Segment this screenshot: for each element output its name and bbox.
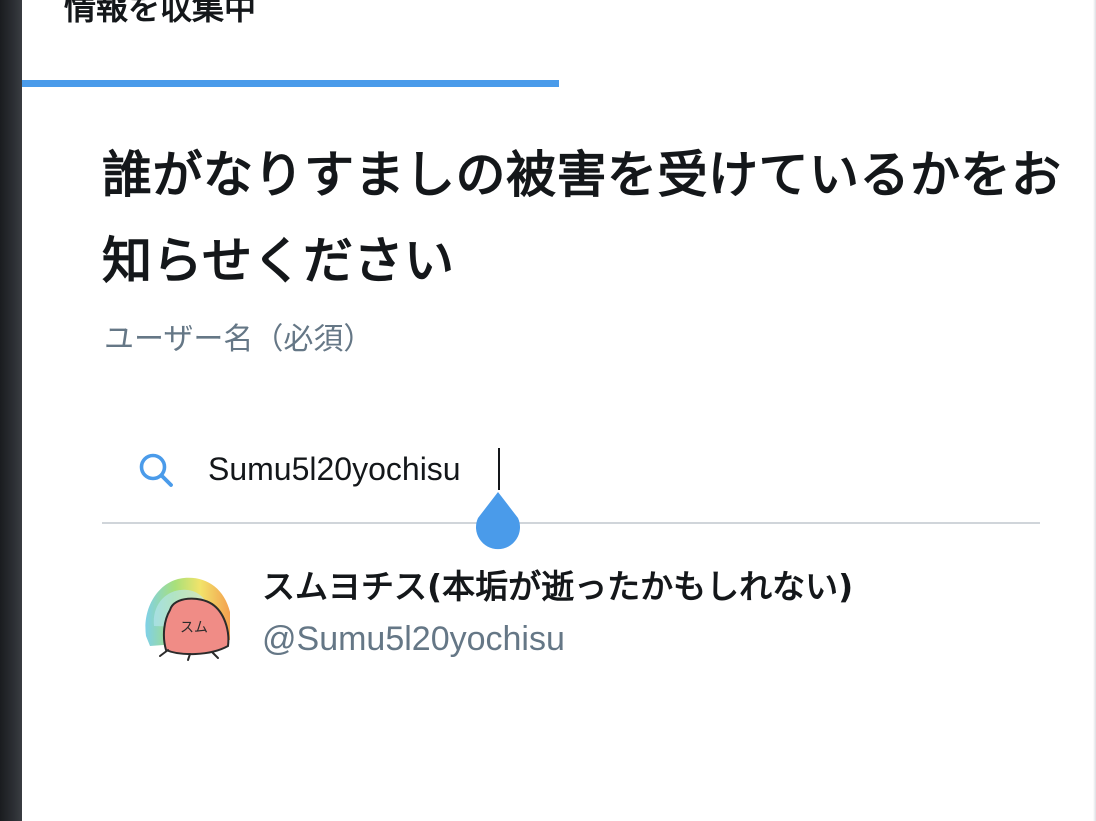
search-result-item[interactable]: スム スムヨチス(本垢が逝ったかもしれない) @Sumu5l20yochisu [102, 556, 1040, 666]
device-bezel-left [0, 0, 22, 821]
username-field-label: ユーザー名（必須） [104, 322, 374, 357]
result-handle: @Sumu5l20yochisu [262, 620, 565, 658]
progress-bar-fill [22, 80, 559, 87]
avatar: スム [145, 577, 230, 661]
text-cursor-handle[interactable] [472, 490, 524, 552]
avatar-lettering: スム [180, 620, 208, 636]
username-search-field[interactable] [102, 420, 1040, 524]
page-heading: 誰がなりすましの被害を受けているかをお知らせください [102, 146, 1062, 290]
result-display-name: スムヨチス(本垢が逝ったかもしれない) [262, 567, 854, 606]
progress-bar [22, 80, 1096, 87]
header-title: 情報を収集中 [64, 0, 257, 27]
username-input[interactable] [208, 446, 968, 492]
text-caret [498, 448, 500, 490]
search-icon [139, 453, 173, 487]
input-underline [102, 522, 1040, 524]
